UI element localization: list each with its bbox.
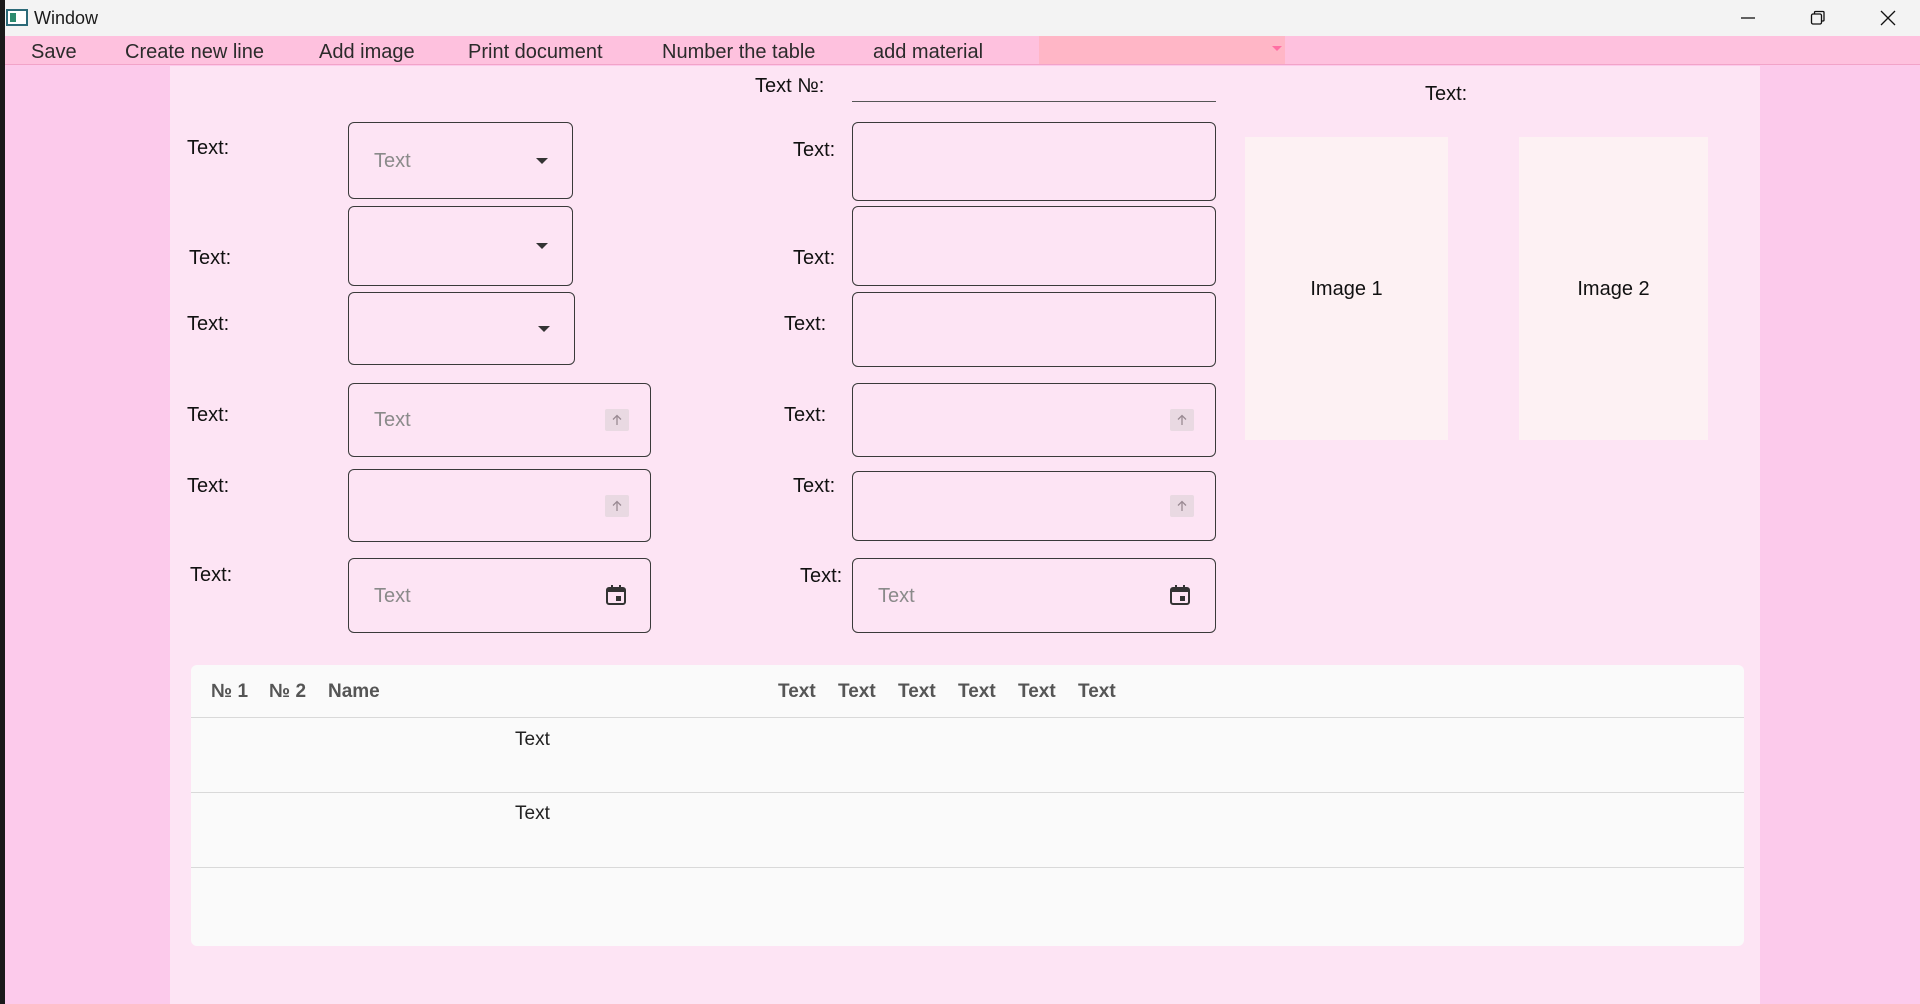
text-field-2[interactable] [852, 206, 1216, 286]
column-header-text-2[interactable]: Text [838, 681, 876, 703]
menu-add-image[interactable]: Add image [319, 41, 415, 64]
menu-add-material[interactable]: add material [873, 41, 983, 64]
number-field-1[interactable]: Text [348, 383, 651, 457]
select-field-3[interactable] [348, 292, 575, 365]
left-label-6: Text: [190, 564, 233, 586]
select-field-2[interactable] [348, 206, 573, 286]
chevron-down-icon [1272, 46, 1282, 51]
increment-button[interactable] [1170, 409, 1194, 431]
column-header-text-5[interactable]: Text [1018, 681, 1056, 703]
window-title: Window [34, 8, 99, 28]
left-label-3: Text: [187, 313, 230, 335]
increment-button[interactable] [1170, 495, 1194, 517]
right-label-3: Text: [784, 313, 827, 335]
date-field-1[interactable]: Text [348, 558, 651, 633]
image-2-placeholder[interactable]: Image 2 [1519, 137, 1708, 440]
text-number-label: Text №: [755, 75, 825, 97]
calendar-icon[interactable] [605, 584, 627, 606]
select-field-1-placeholder: Text [374, 150, 411, 172]
minimize-button[interactable] [1713, 0, 1783, 36]
app-window: Window Save Create new line Add image Pr… [0, 0, 1920, 1004]
image-1-placeholder[interactable]: Image 1 [1245, 137, 1448, 440]
column-header-text-3[interactable]: Text [898, 681, 936, 703]
menu-number-the-table[interactable]: Number the table [662, 41, 815, 64]
select-field-1[interactable]: Text [348, 122, 573, 199]
title-bar: Window [5, 0, 1920, 36]
restore-button[interactable] [1783, 0, 1853, 36]
table-row[interactable]: Text [191, 718, 1744, 792]
calendar-icon[interactable] [1169, 584, 1191, 606]
column-header-no2[interactable]: № 2 [269, 681, 306, 703]
arrow-up-icon [612, 414, 622, 425]
date-field-1-placeholder: Text [374, 585, 411, 607]
row-divider [191, 867, 1744, 868]
image-2-label: Image 2 [1577, 278, 1650, 300]
left-label-4: Text: [187, 404, 230, 426]
minimize-icon [1741, 17, 1755, 19]
column-header-no1[interactable]: № 1 [211, 681, 248, 703]
right-label-5: Text: [793, 475, 836, 497]
table-cell-name: Text [515, 729, 550, 750]
arrow-up-icon [1177, 500, 1187, 511]
left-label-5: Text: [187, 475, 230, 497]
increment-button[interactable] [605, 495, 629, 517]
column-header-text-6[interactable]: Text [1078, 681, 1116, 703]
close-button[interactable] [1853, 0, 1920, 36]
text-number-input[interactable] [852, 72, 1216, 102]
data-table: № 1 № 2 Name Text Text Text Text Text Te… [191, 665, 1744, 946]
left-label-1: Text: [187, 137, 230, 159]
arrow-up-icon [1177, 414, 1187, 425]
table-row[interactable]: Text [191, 793, 1744, 867]
date-field-2-placeholder: Text [878, 585, 915, 607]
column-header-name[interactable]: Name [328, 681, 380, 703]
number-field-2[interactable] [348, 469, 651, 542]
images-label: Text: [1425, 83, 1468, 105]
right-label-4: Text: [784, 404, 827, 426]
close-icon [1880, 10, 1896, 26]
column-header-text-1[interactable]: Text [778, 681, 816, 703]
image-1-label: Image 1 [1310, 278, 1383, 300]
right-label-1: Text: [793, 139, 836, 161]
increment-button[interactable] [605, 409, 629, 431]
app-icon [6, 9, 28, 26]
number-field-3[interactable] [852, 383, 1216, 457]
material-dropdown[interactable] [1039, 36, 1285, 64]
menu-bar: Save Create new line Add image Print doc… [5, 36, 1920, 65]
arrow-up-icon [612, 500, 622, 511]
caret-down-icon [536, 158, 548, 164]
date-field-2[interactable]: Text [852, 558, 1216, 633]
menu-save[interactable]: Save [31, 41, 77, 64]
right-label-2: Text: [793, 247, 836, 269]
number-field-4[interactable] [852, 471, 1216, 541]
left-label-2: Text: [189, 247, 232, 269]
column-header-text-4[interactable]: Text [958, 681, 996, 703]
menu-create-new-line[interactable]: Create new line [125, 41, 264, 64]
text-field-3[interactable] [852, 292, 1216, 367]
menu-print-document[interactable]: Print document [468, 41, 603, 64]
caret-down-icon [536, 243, 548, 249]
table-cell-name: Text [515, 803, 550, 824]
restore-icon [1810, 10, 1825, 25]
right-label-6: Text: [800, 565, 843, 587]
number-field-1-placeholder: Text [374, 409, 411, 431]
text-field-1[interactable] [852, 122, 1216, 201]
caret-down-icon [538, 326, 550, 332]
